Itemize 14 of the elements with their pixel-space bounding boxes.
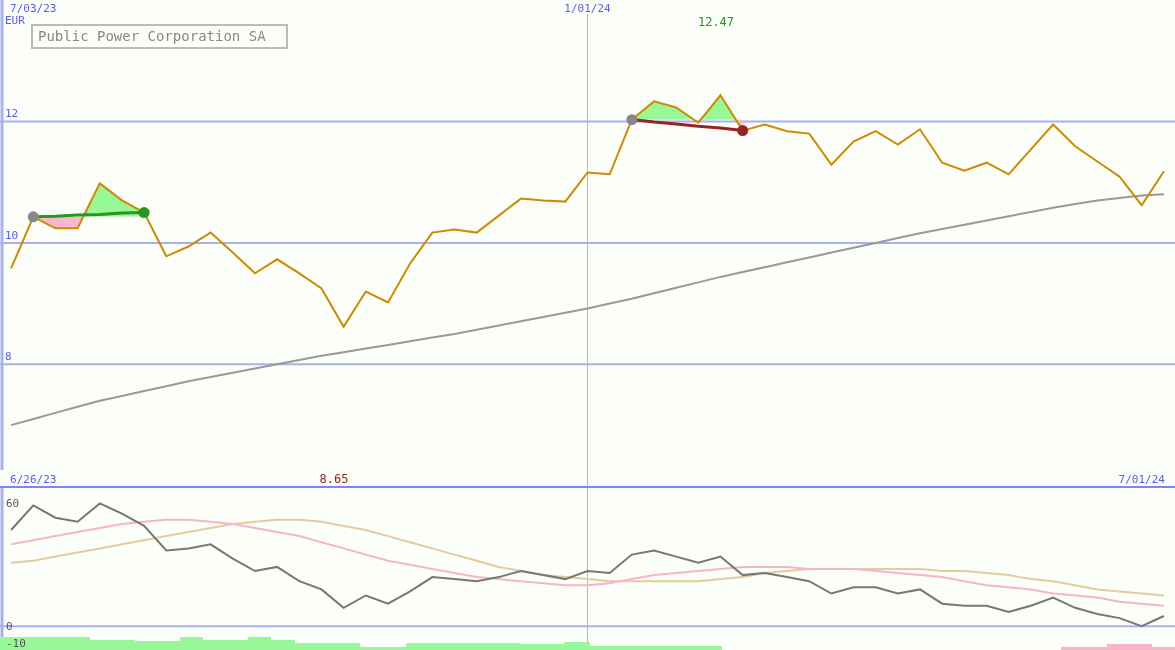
axis-label: 60 [6, 497, 20, 511]
axis-label: 10 [5, 228, 19, 242]
low-value: 8.65 [319, 472, 349, 486]
date-label: 7/01/24 [1118, 473, 1165, 486]
histogram-label: -10 [6, 637, 26, 650]
axis-label: 12 [5, 107, 19, 121]
high-value: 12.47 [697, 15, 735, 29]
axis-label: 0 [6, 620, 13, 634]
currency-label: EUR [5, 14, 25, 27]
chart-title: Public Power Corporation SA [31, 24, 288, 49]
axis-label: 8 [5, 350, 12, 364]
date-label: 7/03/23 [10, 2, 57, 15]
date-label: 6/26/23 [10, 473, 57, 486]
date-label: 1/01/24 [564, 2, 611, 15]
